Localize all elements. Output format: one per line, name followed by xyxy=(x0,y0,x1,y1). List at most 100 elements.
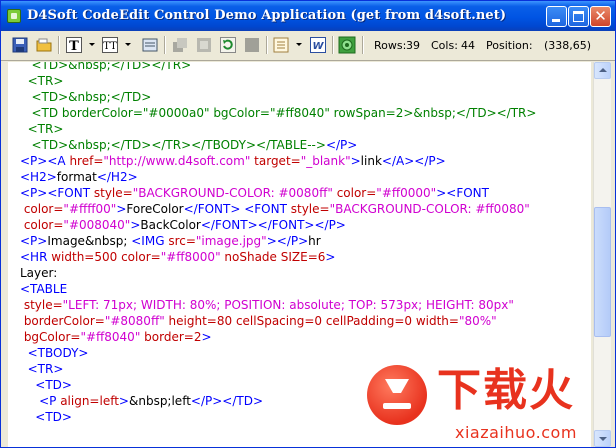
minimize-button[interactable] xyxy=(546,6,567,27)
edit-icon[interactable] xyxy=(141,36,159,54)
close-button[interactable]: ✕ xyxy=(590,6,611,27)
code-token: border=2 xyxy=(140,330,202,344)
code-token: style= xyxy=(93,186,133,200)
code-token: Layer: xyxy=(20,266,58,280)
code-token: align=left xyxy=(60,394,119,408)
code-token: hr xyxy=(308,234,321,248)
cols-value: 44 xyxy=(461,39,475,52)
code-token: "image.jpg" xyxy=(195,234,267,248)
code-line: <H2>format</H2> xyxy=(20,169,138,185)
chevron-down-icon[interactable] xyxy=(89,43,95,46)
code-token: width=500 color= xyxy=(51,250,161,264)
toolbar-separator xyxy=(58,36,60,54)
svg-text:T: T xyxy=(69,39,79,54)
title-bar[interactable]: D4Soft CodeEdit Control Demo Application… xyxy=(1,1,615,31)
code-token: Image&nbsp; xyxy=(47,234,132,248)
code-token: <TABLE xyxy=(20,282,68,296)
code-token: color= xyxy=(20,218,64,232)
code-token: color= xyxy=(20,202,64,216)
refresh-icon[interactable] xyxy=(219,36,237,54)
code-line: <P>Image&nbsp; <IMG src="image.jpg"></P>… xyxy=(20,233,321,249)
rows-value: 39 xyxy=(406,39,420,52)
code-token: borderColor= xyxy=(20,314,105,328)
code-token: "#8080ff" xyxy=(104,314,165,328)
code-line: borderColor="#8080ff" height=80 cellSpac… xyxy=(20,313,497,329)
code-line: <TBODY> xyxy=(20,345,89,361)
code-line: <P align=left>&nbsp;left</P></TD> xyxy=(20,393,263,409)
toolbar-separator xyxy=(164,36,166,54)
code-line: <TD>&nbsp;</TD> xyxy=(20,89,151,105)
code-token: href= xyxy=(69,154,104,168)
code-token: <TR> xyxy=(20,74,64,88)
disabled-icon[interactable] xyxy=(195,36,213,54)
code-token: > xyxy=(118,394,129,408)
close-icon: ✕ xyxy=(594,7,607,25)
code-token: "#ff0000" xyxy=(376,186,437,200)
disabled-icon[interactable] xyxy=(171,36,189,54)
code-line: <TD> xyxy=(20,377,72,393)
window-title: D4Soft CodeEdit Control Demo Application… xyxy=(27,8,507,23)
save-icon[interactable] xyxy=(11,36,29,54)
code-line: <TR> xyxy=(20,121,64,137)
maximize-button[interactable] xyxy=(568,6,589,27)
code-token: <P xyxy=(20,394,61,408)
code-line: <TD> xyxy=(20,409,72,425)
code-token: noShade SIZE=6 xyxy=(220,250,326,264)
code-line: <TR> xyxy=(20,361,64,377)
code-token: "80%" xyxy=(458,314,497,328)
rows-label: Rows: xyxy=(374,39,407,52)
code-token: <TD> xyxy=(20,378,72,392)
code-token: <H2> xyxy=(20,170,57,184)
code-line: color="#008040">BackColor</FONT></FONT><… xyxy=(20,217,346,233)
code-token: "LEFT: 71px; WIDTH: 80%; POSITION: absol… xyxy=(62,298,514,312)
code-token: > xyxy=(116,202,127,216)
maximize-icon xyxy=(573,11,584,22)
minimize-icon xyxy=(552,19,560,22)
code-token: "#008040" xyxy=(63,218,131,232)
text-T-icon[interactable]: T xyxy=(65,36,83,54)
code-token: &nbsp;left xyxy=(128,394,191,408)
app-window: D4Soft CodeEdit Control Demo Application… xyxy=(0,0,616,448)
code-token: style= xyxy=(20,298,63,312)
code-line: <P><A href="http://www.d4soft.com" targe… xyxy=(20,153,446,169)
code-line: <P><FONT style="BACKGROUND-COLOR: #0080f… xyxy=(20,185,489,201)
scroll-up-button[interactable] xyxy=(594,62,611,79)
code-token: </FONT></FONT></P> xyxy=(200,218,346,232)
code-token: height=80 cellSpacing=0 cellPadding=0 wi… xyxy=(164,314,459,328)
code-line: <TD borderColor="#0000a0" bgColor="#ff80… xyxy=(20,105,536,121)
toolbar-separator xyxy=(332,36,334,54)
code-line: Layer: xyxy=(20,265,57,281)
code-token: "_blank" xyxy=(300,154,351,168)
scrollbar-thumb[interactable] xyxy=(594,207,611,337)
list-icon[interactable] xyxy=(272,36,290,54)
svg-text:W: W xyxy=(312,41,324,52)
code-token: <IMG xyxy=(131,234,169,248)
chevron-down-icon[interactable] xyxy=(296,43,302,46)
code-token: "http://www.d4soft.com" xyxy=(103,154,251,168)
watermark-url: xiazaihuo.com xyxy=(455,423,577,442)
font-icon[interactable]: TT xyxy=(101,36,119,54)
code-token: <HR xyxy=(20,250,52,264)
word-icon[interactable]: W xyxy=(309,36,327,54)
code-token: </P> xyxy=(325,138,358,152)
code-token: bgColor= xyxy=(20,330,81,344)
cols-label: Cols: xyxy=(431,39,458,52)
code-token: > xyxy=(325,250,336,264)
disabled-icon[interactable] xyxy=(243,36,261,54)
gear-icon[interactable] xyxy=(338,36,356,54)
code-token: <P> xyxy=(20,234,48,248)
open-folder-icon[interactable] xyxy=(35,36,53,54)
toolbar-separator xyxy=(362,36,364,54)
chevron-down-icon[interactable] xyxy=(125,43,131,46)
code-token: "#ff8000" xyxy=(160,250,221,264)
position-value: (338,65) xyxy=(544,39,592,52)
code-token: color= xyxy=(332,186,377,200)
code-token: "#ffff00" xyxy=(63,202,117,216)
code-token: ></P> xyxy=(266,234,309,248)
code-token: > xyxy=(201,330,212,344)
svg-text:TT: TT xyxy=(103,41,117,52)
code-token: src= xyxy=(168,234,196,248)
code-token: <TD>&nbsp;</TD></TR></TBODY></TABLE--> xyxy=(20,138,326,152)
code-token: <TD>&nbsp;</TD></TR> xyxy=(20,62,192,72)
code-token: style= xyxy=(290,202,330,216)
